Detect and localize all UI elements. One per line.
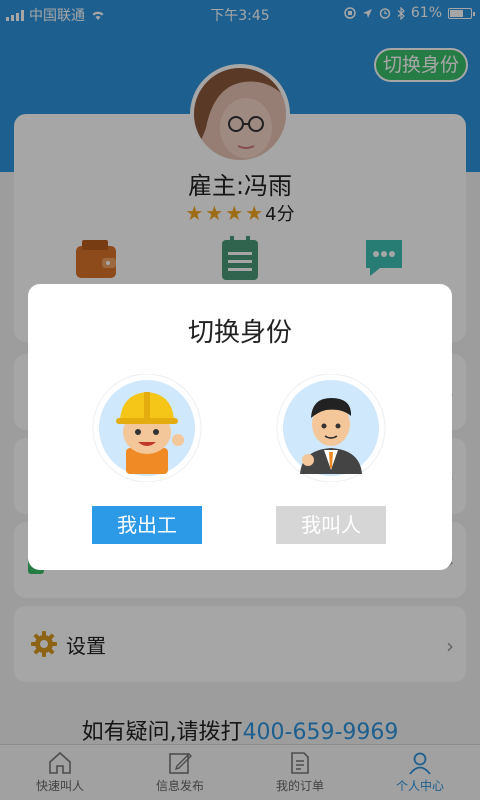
dialog-title: 切换身份 <box>187 318 292 348</box>
worker-avatar-icon[interactable] <box>92 374 202 486</box>
worker-button[interactable]: 我出工 <box>92 506 202 544</box>
employer-button[interactable]: 我叫人 <box>276 506 386 544</box>
employer-avatar-icon[interactable] <box>276 374 386 486</box>
switch-identity-dialog: 切换身份 我出工 我叫人 <box>28 284 452 570</box>
